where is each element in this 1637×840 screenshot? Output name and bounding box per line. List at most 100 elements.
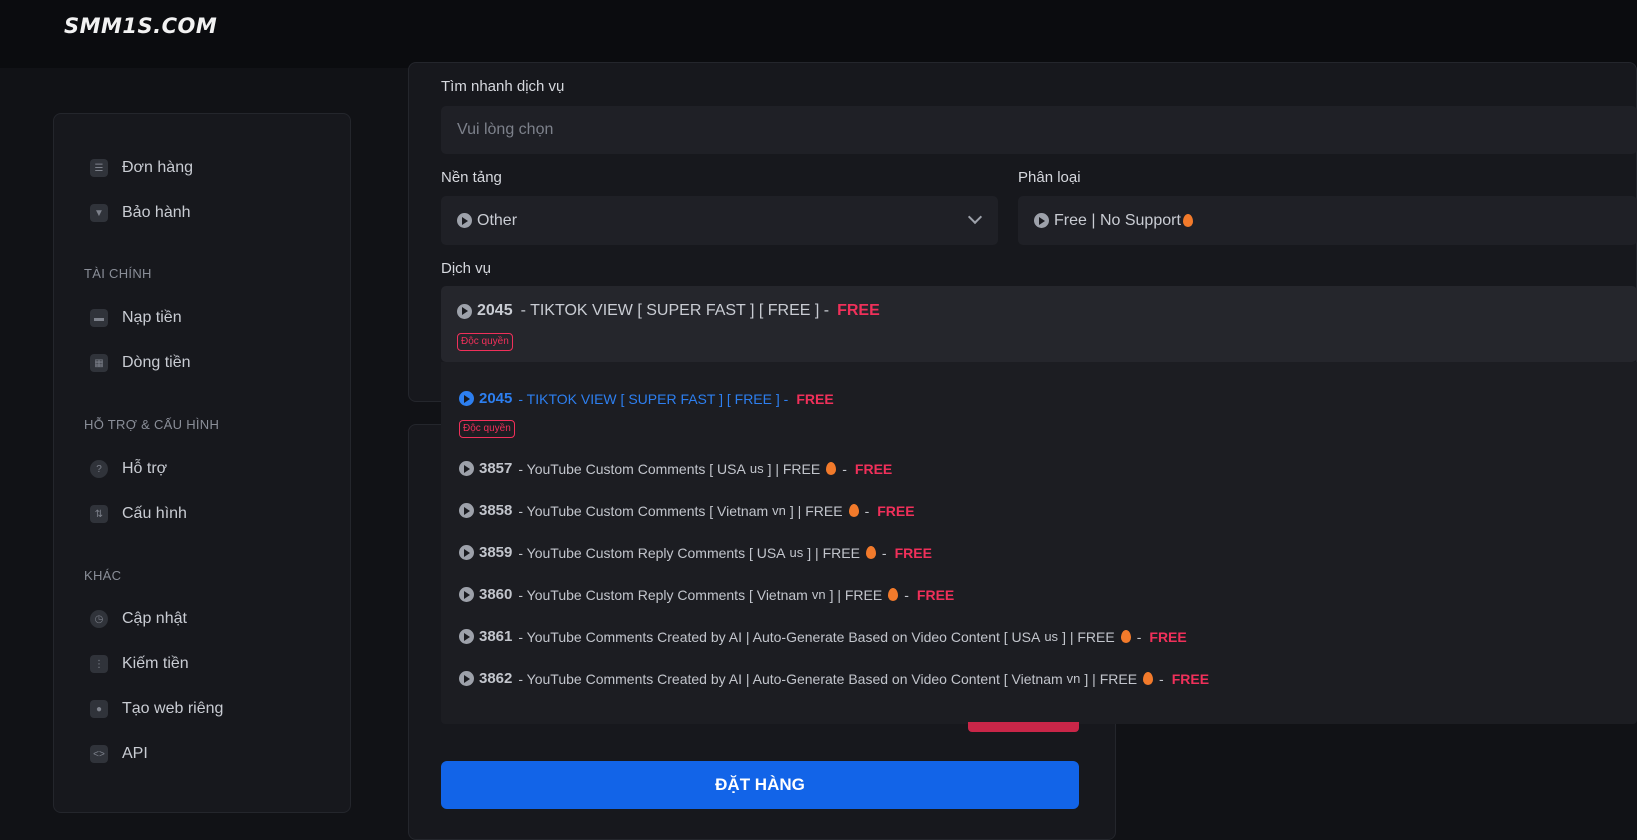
- service-label: Dịch vụ: [441, 260, 492, 277]
- flag-label: vn: [1066, 671, 1081, 686]
- play-icon: [1034, 213, 1049, 228]
- play-icon: [457, 213, 472, 228]
- play-icon: [459, 629, 474, 644]
- option-id: 2045: [479, 390, 513, 407]
- quick-search-select[interactable]: Vui lòng chọn: [441, 106, 1637, 154]
- brand-logo[interactable]: SMM1S.COM: [64, 14, 217, 38]
- sidebar-item-updates[interactable]: ◷ Cập nhật: [90, 605, 187, 633]
- service-option-3857[interactable]: 3857 - YouTube Custom Comments [ USA us …: [459, 460, 892, 477]
- fire-icon: [888, 588, 899, 601]
- option-suffix: ] | FREE: [1084, 670, 1138, 687]
- option-price: FREE: [877, 502, 915, 519]
- sliders-icon: ⇅: [90, 505, 108, 523]
- card-icon: ▬: [90, 309, 108, 327]
- service-option-3860[interactable]: 3860 - YouTube Custom Reply Comments [ V…: [459, 586, 954, 603]
- fire-icon: [1182, 214, 1193, 227]
- sidebar-item-label: Dòng tiền: [122, 354, 191, 371]
- service-name: - TIKTOK VIEW [ SUPER FAST ] [ FREE ] -: [520, 302, 830, 319]
- service-dropdown: 2045 - TIKTOK VIEW [ SUPER FAST ] [ FREE…: [441, 362, 1637, 724]
- code-icon: <>: [90, 745, 108, 763]
- sidebar-item-orders[interactable]: ☰ Đơn hàng: [90, 154, 193, 182]
- platform-label: Nền tảng: [441, 169, 502, 186]
- sidebar-item-label: Tạo web riêng: [122, 700, 224, 717]
- option-id: 3858: [479, 502, 513, 519]
- service-id: 2045: [477, 302, 513, 319]
- platform-select[interactable]: Other: [441, 196, 998, 245]
- sidebar-item-earn[interactable]: ⋮ Kiếm tiền: [90, 650, 189, 678]
- option-name: - TIKTOK VIEW [ SUPER FAST ] [ FREE ] -: [518, 390, 789, 407]
- list-icon: ☰: [90, 159, 108, 177]
- sidebar-item-deposit[interactable]: ▬ Nạp tiền: [90, 304, 182, 332]
- option-id: 3862: [479, 670, 513, 687]
- quick-search-placeholder: Vui lòng chọn: [457, 121, 554, 138]
- sidebar-item-label: API: [122, 745, 148, 762]
- sidebar-heading-other: KHÁC: [84, 568, 122, 583]
- sidebar-item-label: Nạp tiền: [122, 309, 182, 326]
- option-name: - YouTube Custom Comments [ USA: [518, 460, 746, 477]
- option-id: 3859: [479, 544, 513, 561]
- place-order-button[interactable]: ĐẶT HÀNG: [441, 761, 1079, 809]
- sidebar-item-support[interactable]: ? Hỗ trợ: [90, 455, 167, 483]
- option-suffix: ] | FREE: [829, 586, 883, 603]
- service-option-2045[interactable]: 2045 - TIKTOK VIEW [ SUPER FAST ] [ FREE…: [459, 390, 834, 407]
- sidebar-item-label: Đơn hàng: [122, 159, 193, 176]
- option-price: FREE: [796, 390, 834, 407]
- play-icon: [459, 545, 474, 560]
- service-option-3861[interactable]: 3861 - YouTube Comments Created by AI | …: [459, 628, 1187, 645]
- fire-icon: [1120, 630, 1131, 643]
- option-id: 3861: [479, 628, 513, 645]
- users-icon: ●: [90, 700, 108, 718]
- fire-icon: [865, 546, 876, 559]
- option-price: FREE: [1149, 628, 1187, 645]
- service-option-3862[interactable]: 3862 - YouTube Comments Created by AI | …: [459, 670, 1209, 687]
- option-suffix: ] | FREE: [767, 460, 821, 477]
- sidebar-item-api[interactable]: <> API: [90, 740, 148, 768]
- help-icon: ?: [90, 460, 108, 478]
- sidebar-item-label: Bảo hành: [122, 204, 191, 221]
- flag-label: vn: [811, 587, 826, 602]
- flag-label: us: [749, 461, 764, 476]
- option-name: - YouTube Comments Created by AI | Auto-…: [518, 628, 1041, 645]
- service-option-3859[interactable]: 3859 - YouTube Custom Reply Comments [ U…: [459, 544, 932, 561]
- option-price: FREE: [916, 586, 955, 603]
- play-icon: [459, 671, 474, 686]
- service-option-3858[interactable]: 3858 - YouTube Custom Comments [ Vietnam…: [459, 502, 915, 519]
- flag-label: us: [789, 545, 804, 560]
- sidebar-item-label: Cấu hình: [122, 505, 187, 522]
- flag-label: us: [1044, 629, 1059, 644]
- option-suffix: ] | FREE: [1062, 628, 1115, 645]
- play-icon: [457, 303, 472, 319]
- sidebar-item-warranty[interactable]: ▼ Bảo hành: [90, 199, 191, 227]
- sidebar-item-config[interactable]: ⇅ Cấu hình: [90, 500, 187, 528]
- option-id: 3857: [479, 460, 513, 477]
- exclusive-badge: Độc quyền: [457, 333, 513, 351]
- exclusive-badge: Độc quyền: [459, 420, 515, 438]
- quick-search-label: Tìm nhanh dịch vụ: [441, 78, 565, 95]
- sidebar-item-cashflow[interactable]: ▦ Dòng tiền: [90, 349, 191, 377]
- option-price: FREE: [894, 544, 932, 561]
- sidebar-heading-finance: TÀI CHÍNH: [84, 266, 152, 281]
- option-suffix: ] | FREE: [807, 544, 860, 561]
- play-icon: [459, 461, 474, 476]
- clock-icon: ◷: [90, 610, 108, 628]
- option-name: - YouTube Custom Reply Comments [ Vietna…: [518, 586, 808, 603]
- sidebar-item-label: Kiếm tiền: [122, 655, 189, 672]
- service-price: FREE: [837, 302, 880, 319]
- flag-label: vn: [772, 503, 786, 518]
- platform-value: Other: [477, 211, 518, 229]
- sidebar-item-own-web[interactable]: ● Tạo web riêng: [90, 695, 223, 723]
- category-select[interactable]: Free | No Support: [1018, 196, 1637, 245]
- category-value: Free | No Support: [1054, 211, 1181, 229]
- service-select[interactable]: 2045 - TIKTOK VIEW [ SUPER FAST ] [ FREE…: [441, 286, 1637, 362]
- fire-icon: [1143, 672, 1154, 685]
- hidden-action-button[interactable]: [968, 722, 1079, 732]
- sidebar: ☰ Đơn hàng ▼ Bảo hành TÀI CHÍNH ▬ Nạp ti…: [53, 113, 351, 813]
- chevron-down-icon: [967, 209, 983, 225]
- category-label: Phân loại: [1018, 169, 1081, 186]
- sidebar-item-label: Cập nhật: [122, 610, 187, 627]
- filter-icon: ▼: [90, 204, 108, 222]
- play-icon: [459, 587, 474, 602]
- play-icon: [459, 391, 474, 406]
- option-id: 3860: [479, 586, 513, 603]
- option-suffix: ] | FREE: [789, 502, 843, 519]
